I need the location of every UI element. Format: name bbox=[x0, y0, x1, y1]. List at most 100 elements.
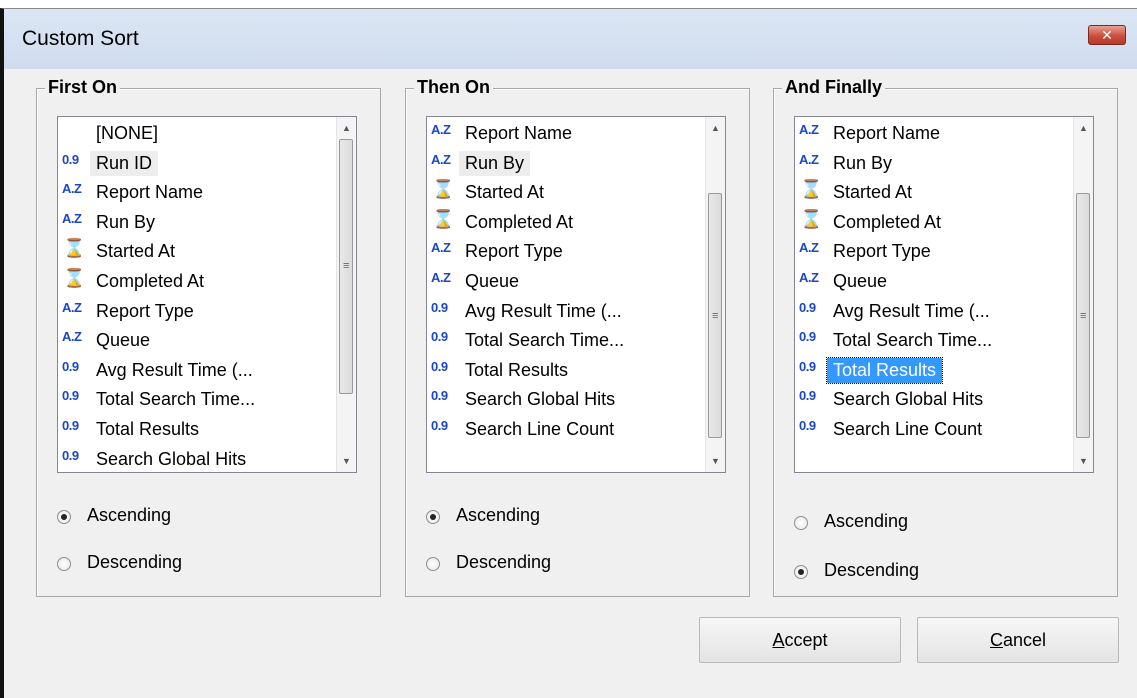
list-item[interactable]: 0.9 Total Search Time... bbox=[795, 326, 1073, 356]
list-item[interactable]: 0.9 Total Search Time... bbox=[58, 385, 336, 415]
text-type-icon: A.Z bbox=[62, 181, 82, 197]
list-item-label: Total Search Time... bbox=[465, 330, 625, 351]
sort-group-2: Then On A.Z Report Name A.Z Run By ⌛ Started A… bbox=[405, 77, 750, 597]
numeric-type-icon: 0.9 bbox=[799, 358, 816, 374]
ascending-radio-button[interactable] bbox=[57, 510, 71, 524]
list-item-label: Run By bbox=[833, 152, 893, 173]
text-type-icon: A.Z bbox=[799, 269, 819, 285]
list-item[interactable]: ⌛ Completed At bbox=[427, 208, 705, 238]
list-item[interactable]: 0.9 Avg Result Time (... bbox=[58, 356, 336, 386]
hourglass-icon: ⌛ bbox=[63, 267, 85, 288]
descending-radio-button[interactable] bbox=[426, 557, 440, 571]
hourglass-icon: ⌛ bbox=[800, 179, 822, 200]
list-item[interactable]: 0.9 Search Line Count bbox=[795, 415, 1073, 445]
numeric-type-icon: 0.9 bbox=[62, 358, 79, 374]
list-item[interactable]: A.Z Report Type bbox=[795, 237, 1073, 267]
ascending-radio-label: Ascending bbox=[824, 511, 909, 531]
list-item[interactable]: ⌛ Completed At bbox=[795, 208, 1073, 238]
accept-button[interactable]: Accept bbox=[699, 617, 901, 663]
list-item-label: [NONE] bbox=[96, 123, 159, 143]
text-type-icon: A.Z bbox=[62, 210, 82, 226]
list-item-label: Queue bbox=[465, 270, 520, 291]
accept-button-label: Accept bbox=[772, 630, 828, 650]
list-item[interactable]: A.Z Run By bbox=[427, 149, 705, 179]
numeric-type-icon: 0.9 bbox=[431, 299, 448, 315]
scroll-up-arrow-icon[interactable]: ▲ bbox=[706, 119, 725, 137]
group-title: Then On bbox=[414, 77, 493, 98]
vertical-scrollbar[interactable]: ▲ ≡ ▼ bbox=[336, 117, 356, 472]
list-item[interactable]: A.Z Run By bbox=[58, 208, 336, 238]
list-item[interactable]: 0.9 Total Search Time... bbox=[427, 326, 705, 356]
list-item[interactable]: 0.9 Search Global Hits bbox=[795, 385, 1073, 415]
list-item[interactable]: A.Z Queue bbox=[795, 267, 1073, 297]
cancel-button-label: Cancel bbox=[989, 630, 1047, 650]
list-item[interactable]: 0.9 Search Global Hits bbox=[58, 445, 336, 472]
sort-field-listbox[interactable]: [NONE] 0.9 Run ID A.Z Report Name A.Z Run By ⌛ S… bbox=[57, 116, 357, 473]
list-item-label: Total Search Time... bbox=[96, 389, 256, 410]
grip-icon: ≡ bbox=[343, 260, 350, 272]
descending-radio-button[interactable] bbox=[57, 557, 71, 571]
sort-group-1: First On [NONE] 0.9 Run ID A.Z Report Name A.Z… bbox=[36, 77, 381, 597]
scroll-up-arrow-icon[interactable]: ▲ bbox=[1074, 119, 1093, 137]
list-item[interactable]: A.Z Queue bbox=[58, 326, 336, 356]
list-item-label: Search Line Count bbox=[465, 418, 615, 439]
list-item[interactable]: A.Z Report Name bbox=[58, 178, 336, 208]
list-item[interactable]: A.Z Queue bbox=[427, 267, 705, 297]
list-item-label: Avg Result Time (... bbox=[96, 359, 253, 380]
list-item[interactable]: ⌛ Started At bbox=[795, 178, 1073, 208]
list-item[interactable]: A.Z Report Type bbox=[58, 297, 336, 327]
scrollbar-thumb[interactable]: ≡ bbox=[339, 139, 353, 394]
close-icon: ✕ bbox=[1101, 27, 1113, 43]
scrollbar-thumb[interactable]: ≡ bbox=[708, 193, 722, 438]
list-item-label: Search Global Hits bbox=[833, 389, 984, 410]
grip-icon: ≡ bbox=[712, 310, 719, 322]
list-item[interactable]: A.Z Run By bbox=[795, 149, 1073, 179]
list-item-label: Search Global Hits bbox=[96, 448, 247, 469]
vertical-scrollbar[interactable]: ▲ ≡ ▼ bbox=[1073, 117, 1093, 472]
descending-radio-button[interactable] bbox=[794, 565, 808, 579]
list-item[interactable]: 0.9 Total Results bbox=[427, 356, 705, 386]
list-item[interactable]: ⌛ Completed At bbox=[58, 267, 336, 297]
group-title: First On bbox=[45, 77, 121, 98]
list-item-label: Total Results bbox=[465, 359, 569, 380]
scroll-down-arrow-icon[interactable]: ▼ bbox=[337, 452, 356, 470]
scrollbar-thumb[interactable]: ≡ bbox=[1076, 193, 1090, 438]
numeric-type-icon: 0.9 bbox=[62, 151, 79, 167]
list-item-label: Total Search Time... bbox=[833, 330, 993, 351]
text-type-icon: A.Z bbox=[799, 122, 819, 137]
list-item[interactable]: A.Z Report Name bbox=[427, 119, 705, 149]
sort-field-listbox[interactable]: A.Z Report Name A.Z Run By ⌛ Started At ⌛ Compl… bbox=[426, 116, 726, 473]
list-item-label: Started At bbox=[833, 182, 913, 203]
list-item[interactable]: ⌛ Started At bbox=[58, 237, 336, 267]
list-item[interactable]: 0.9 Search Line Count bbox=[427, 415, 705, 445]
scroll-down-arrow-icon[interactable]: ▼ bbox=[706, 452, 725, 470]
list-item-label: Started At bbox=[96, 241, 176, 262]
close-button[interactable]: ✕ bbox=[1088, 25, 1126, 45]
scroll-up-arrow-icon[interactable]: ▲ bbox=[337, 119, 356, 137]
ascending-radio-button[interactable] bbox=[426, 510, 440, 524]
scroll-down-arrow-icon[interactable]: ▼ bbox=[1074, 452, 1093, 470]
list-item[interactable]: 0.9 Total Results bbox=[58, 415, 336, 445]
list-item-label: Avg Result Time (... bbox=[465, 300, 622, 321]
list-item[interactable]: A.Z Report Type bbox=[427, 237, 705, 267]
list-item[interactable]: 0.9 Search Global Hits bbox=[427, 385, 705, 415]
sort-group-3: And Finally A.Z Report Name A.Z Run By ⌛ Start… bbox=[773, 77, 1118, 597]
list-item[interactable]: 0.9 Run ID bbox=[58, 149, 336, 179]
numeric-type-icon: 0.9 bbox=[431, 358, 448, 374]
cancel-button[interactable]: Cancel bbox=[917, 617, 1119, 663]
list-item[interactable]: A.Z Report Name bbox=[795, 119, 1073, 149]
list-item[interactable]: ⌛ Started At bbox=[427, 178, 705, 208]
list-item[interactable]: 0.9 Avg Result Time (... bbox=[427, 297, 705, 327]
list-item-label: Completed At bbox=[96, 270, 205, 291]
hourglass-icon: ⌛ bbox=[63, 238, 85, 259]
list-item[interactable]: 0.9 Avg Result Time (... bbox=[795, 297, 1073, 327]
ascending-radio-button[interactable] bbox=[794, 516, 808, 530]
list-item[interactable]: [NONE] bbox=[58, 119, 336, 149]
list-item[interactable]: 0.9 Total Results bbox=[795, 356, 1073, 386]
numeric-type-icon: 0.9 bbox=[799, 388, 816, 404]
sort-field-listbox[interactable]: A.Z Report Name A.Z Run By ⌛ Started At ⌛ Compl… bbox=[794, 116, 1094, 473]
group-title: And Finally bbox=[782, 77, 886, 98]
vertical-scrollbar[interactable]: ▲ ≡ ▼ bbox=[705, 117, 725, 472]
descending-radio-label: Descending bbox=[456, 552, 552, 572]
list-item-label: Report Name bbox=[465, 123, 573, 143]
